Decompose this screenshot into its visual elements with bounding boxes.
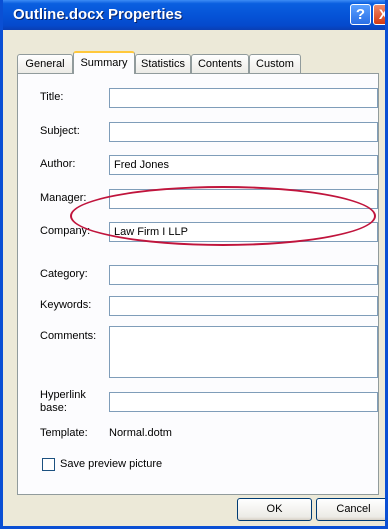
author-label: Author: xyxy=(40,158,76,170)
template-label: Template: xyxy=(40,427,88,439)
subject-field[interactable] xyxy=(109,122,378,142)
author-field[interactable]: Fred Jones xyxy=(109,155,378,175)
comments-label: Comments: xyxy=(40,330,97,342)
subject-label: Subject: xyxy=(40,125,80,137)
title-label: Title: xyxy=(40,91,64,103)
cancel-button[interactable]: Cancel xyxy=(316,498,385,521)
hyperlink-label-line2: base: xyxy=(40,402,67,414)
annotation-ellipse xyxy=(70,186,376,246)
hyperlink-label-line1: Hyperlink xyxy=(40,389,86,401)
save-preview-checkbox[interactable] xyxy=(42,458,55,471)
save-preview-label[interactable]: Save preview picture xyxy=(60,458,162,470)
help-button[interactable]: ? xyxy=(350,4,371,25)
category-field[interactable] xyxy=(109,265,378,285)
ok-button[interactable]: OK xyxy=(237,498,312,521)
close-button[interactable]: X xyxy=(373,4,385,25)
summary-panel: Title: Subject: Author: Fred Jones Manag… xyxy=(17,73,379,495)
manager-label: Manager: xyxy=(40,192,87,204)
title-field[interactable] xyxy=(109,88,378,108)
comments-field[interactable] xyxy=(109,326,378,378)
keywords-field[interactable] xyxy=(109,296,378,316)
tab-custom[interactable]: Custom xyxy=(249,54,301,73)
hyperlink-base-field[interactable] xyxy=(109,392,378,412)
template-value: Normal.dotm xyxy=(109,427,172,439)
properties-dialog: Outline.docx Properties ? X General Summ… xyxy=(0,0,388,529)
tab-contents[interactable]: Contents xyxy=(191,54,249,73)
title-bar[interactable]: Outline.docx Properties ? X xyxy=(3,0,385,30)
category-label: Category: xyxy=(40,268,88,280)
tab-statistics[interactable]: Statistics xyxy=(135,54,191,73)
window-title: Outline.docx Properties xyxy=(13,6,183,23)
tab-general[interactable]: General xyxy=(17,54,73,73)
keywords-label: Keywords: xyxy=(40,299,92,311)
tab-summary[interactable]: Summary xyxy=(73,51,135,74)
